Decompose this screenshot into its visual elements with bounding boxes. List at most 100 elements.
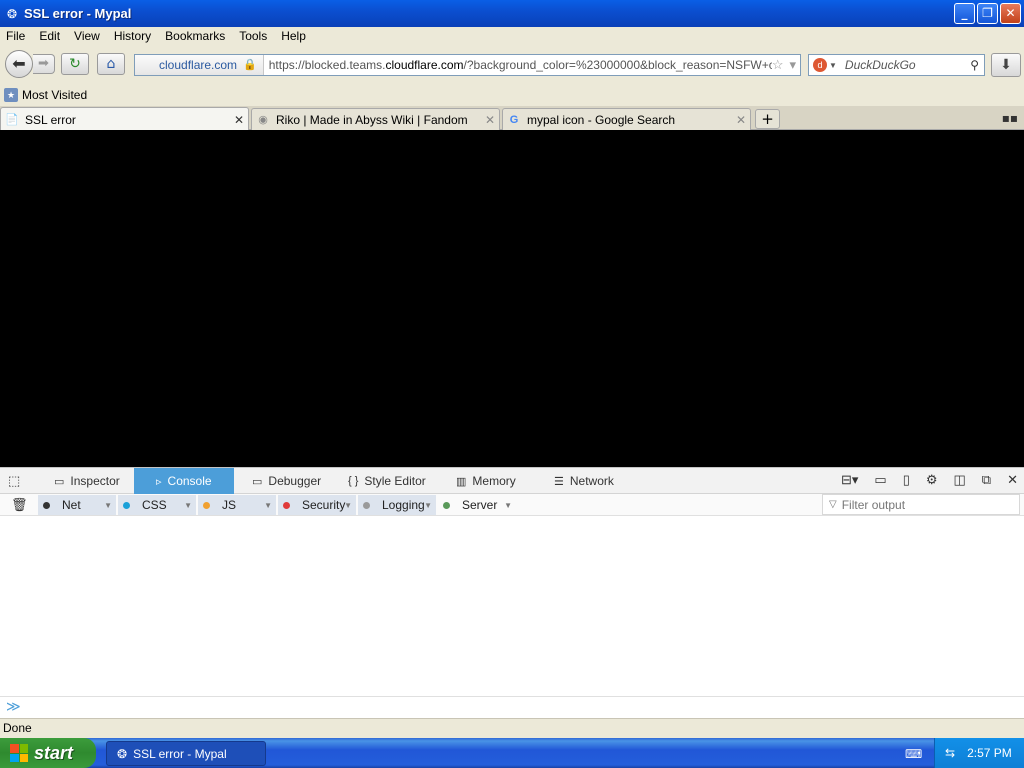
url-rest: /?background_color=%23000000&block_reaso…	[463, 58, 772, 72]
fandom-icon: ◉	[258, 113, 268, 126]
minimize-button[interactable]: _	[954, 3, 975, 24]
lock-icon: 🔒	[243, 59, 257, 71]
tab-google-search[interactable]: G mypal icon - Google Search ✕	[502, 108, 751, 130]
menu-help[interactable]: Help	[275, 29, 312, 43]
new-tab-button[interactable]: +	[755, 109, 780, 129]
window-title: SSL error - Mypal	[24, 6, 132, 21]
menu-file[interactable]: File	[0, 29, 31, 43]
chevron-down-icon[interactable]: ▼	[264, 501, 272, 510]
chevron-down-icon[interactable]: ▼	[344, 501, 352, 510]
close-tab-icon[interactable]: ✕	[485, 113, 495, 127]
menu-history[interactable]: History	[108, 29, 157, 43]
filter-output-input[interactable]: ▽ Filter output	[822, 494, 1020, 515]
element-picker-icon[interactable]: ⬚	[8, 473, 20, 489]
inspector-icon: ▭	[54, 475, 65, 488]
plus-icon: +	[761, 110, 774, 128]
status-text: Done	[3, 721, 32, 735]
reload-button[interactable]: ↻	[61, 53, 89, 75]
net-dot-icon	[43, 501, 50, 509]
page-content[interactable]	[0, 130, 1024, 467]
tab-riko-wiki[interactable]: ◉ Riko | Made in Abyss Wiki | Fandom ✕	[251, 108, 500, 130]
layout-split-icon[interactable]: ⊟▾	[841, 472, 858, 488]
home-button[interactable]: ⌂	[97, 53, 125, 75]
close-tab-icon[interactable]: ✕	[234, 113, 244, 127]
tab-debugger[interactable]: ▭ Debugger	[236, 468, 336, 494]
filter-net[interactable]: Net ▼	[38, 495, 116, 515]
mypal-icon: ❂	[117, 746, 128, 761]
debugger-icon: ▭	[252, 475, 263, 488]
chevron-down-icon[interactable]: ▼	[504, 501, 512, 510]
chevron-down-icon[interactable]: ▼	[184, 501, 192, 510]
bookmark-star-icon[interactable]: ☆	[772, 57, 784, 73]
chevron-down-icon[interactable]: ▼	[424, 501, 432, 510]
clock[interactable]: 2:57 PM	[967, 746, 1012, 760]
menu-view[interactable]: View	[68, 29, 106, 43]
separate-window-icon[interactable]: ⧉	[982, 472, 991, 488]
clear-console-trash-icon[interactable]: 🗑	[11, 497, 28, 513]
close-button[interactable]: ✕	[1000, 3, 1021, 24]
css-dot-icon	[123, 501, 130, 509]
url-text[interactable]: https://blocked.teams.cloudflare.com/?ba…	[269, 58, 772, 72]
console-input-line[interactable]: ≫	[0, 696, 1024, 718]
tool-label: Memory	[472, 474, 516, 488]
responsive-mode-icon[interactable]: ▯	[903, 472, 910, 488]
style-editor-icon: { }	[348, 475, 359, 487]
search-icon[interactable]: ⚲	[970, 58, 979, 72]
close-tab-icon[interactable]: ✕	[736, 113, 746, 127]
menu-tools[interactable]: Tools	[233, 29, 273, 43]
js-dot-icon	[203, 501, 210, 509]
settings-gear-icon[interactable]: ⚙	[926, 472, 938, 488]
start-button[interactable]: start	[0, 738, 96, 768]
most-visited-bookmark[interactable]: Most Visited	[22, 88, 87, 102]
tab-memory[interactable]: ▥ Memory	[448, 468, 534, 494]
filter-logging[interactable]: Logging ▼	[358, 495, 436, 515]
back-arrow-icon: ⬅	[12, 54, 26, 73]
tool-label: Debugger	[268, 474, 322, 488]
back-button[interactable]: ⬅	[5, 50, 33, 78]
tab-console[interactable]: ▹ Console	[134, 468, 234, 494]
tab-style-editor[interactable]: { } Style Editor	[338, 468, 446, 494]
devtools-toolbar: ⬚ ▭ Inspector ▹ Console ▭ Debugger { } Style…	[0, 467, 1024, 494]
tab-label: SSL error	[25, 112, 76, 127]
search-bar[interactable]: d ▼ DuckDuckGo ⚲	[808, 54, 985, 76]
network-tray-icon[interactable]: ⇆	[945, 746, 955, 760]
filter-js[interactable]: JS ▼	[198, 495, 276, 515]
forward-button[interactable]: ➡	[33, 54, 55, 74]
windows-taskbar: start ❂ SSL error - Mypal ⌨ ⇆ 2:57 PM	[0, 738, 1024, 768]
split-console-icon[interactable]: ▭	[874, 472, 886, 488]
downloads-button[interactable]: ⬇	[991, 53, 1021, 77]
filter-server[interactable]: Server ▼	[438, 495, 516, 515]
keyboard-layout-icon[interactable]: ⌨	[905, 747, 922, 761]
tab-strip: 📄 SSL error ✕ ◉ Riko | Made in Abyss Wik…	[0, 106, 1024, 131]
url-bar[interactable]: cloudflare.com 🔒 https://blocked.teams.c…	[134, 54, 801, 76]
filter-label: Logging	[382, 498, 425, 512]
filter-css[interactable]: CSS ▼	[118, 495, 196, 515]
close-devtools-icon[interactable]: ✕	[1007, 472, 1018, 488]
dock-side-icon[interactable]: ◫	[954, 472, 966, 488]
chevron-down-icon[interactable]: ▼	[104, 501, 112, 510]
console-filter-bar: 🗑 Net ▼ CSS ▼ JS ▼ Security ▼ Logging ▼ …	[0, 494, 1024, 516]
server-dot-icon	[443, 501, 450, 509]
list-all-tabs-icon[interactable]: ▪▪	[1002, 111, 1018, 125]
filter-security[interactable]: Security ▼	[278, 495, 356, 515]
menu-bar: File Edit View History Bookmarks Tools H…	[0, 27, 1024, 45]
windows-logo-icon	[10, 744, 28, 762]
identity-domain: cloudflare.com	[159, 58, 238, 72]
site-identity-button[interactable]: cloudflare.com 🔒	[135, 55, 264, 75]
duckduckgo-icon[interactable]: d	[813, 58, 827, 72]
url-dropdown-icon[interactable]: ▾	[789, 57, 796, 73]
menu-edit[interactable]: Edit	[33, 29, 66, 43]
restore-button[interactable]: ❐	[977, 3, 998, 24]
taskbar-item-mypal[interactable]: ❂ SSL error - Mypal	[106, 741, 266, 766]
window-controls: _ ❐ ✕	[954, 3, 1021, 24]
forward-arrow-icon: ➡	[38, 56, 49, 71]
tab-network[interactable]: ☰ Network	[536, 468, 628, 494]
menu-bookmarks[interactable]: Bookmarks	[159, 29, 231, 43]
tool-label: Style Editor	[364, 474, 426, 488]
tab-ssl-error[interactable]: 📄 SSL error ✕	[0, 107, 249, 131]
tab-inspector[interactable]: ▭ Inspector	[44, 468, 132, 494]
page-icon: 📄	[5, 113, 19, 126]
search-engine-dropdown-icon[interactable]: ▼	[829, 61, 837, 70]
status-bar: Done	[0, 718, 1024, 738]
security-dot-icon	[283, 501, 290, 509]
